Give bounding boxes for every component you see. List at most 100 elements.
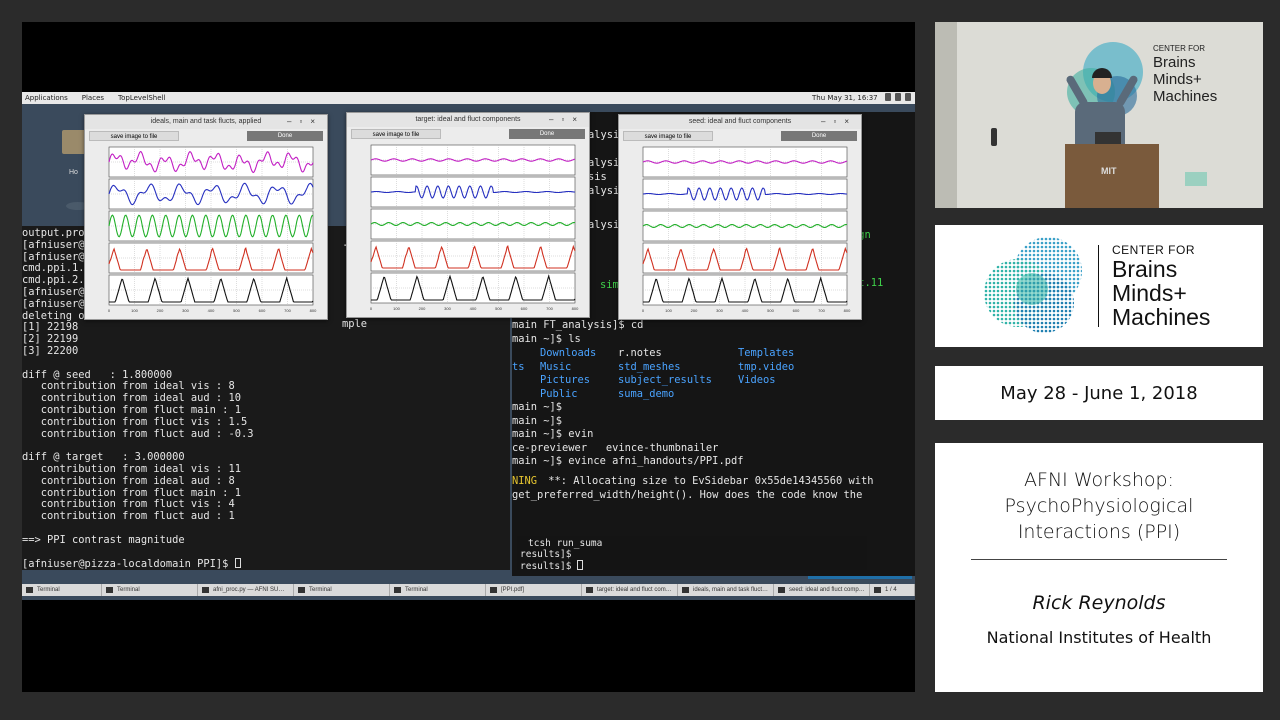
ls-entry: suma_demo: [618, 387, 675, 400]
done-button[interactable]: Done: [509, 129, 585, 139]
x-tick-label: 200: [419, 306, 426, 311]
tissue-box: [1185, 172, 1207, 186]
window-titlebar[interactable]: ideals, main and task flucts, applied –▫×: [85, 115, 327, 129]
window-titlebar[interactable]: target: ideal and fluct components –▫×: [347, 113, 589, 127]
applications-menu[interactable]: Applications: [25, 94, 68, 102]
taskbar-item[interactable]: seed: ideal and fluct comp…: [774, 584, 870, 596]
toplevelshell-menu[interactable]: TopLevelShell: [118, 94, 165, 102]
x-tick-label: 400: [742, 308, 749, 313]
window-controls[interactable]: –▫×: [549, 113, 585, 127]
talk-info-panel: AFNI Workshop: PsychoPhysiological Inter…: [935, 443, 1263, 692]
machines-text: Machines: [1112, 304, 1211, 330]
x-tick-label: 700: [284, 308, 291, 313]
x-tick-label: 200: [157, 308, 164, 313]
event-dates: May 28 - June 1, 2018: [935, 366, 1263, 420]
x-tick-label: 100: [393, 306, 400, 311]
done-button[interactable]: Done: [781, 131, 857, 141]
terminal-line: contribution from ideal aud : 8: [22, 474, 235, 487]
x-tick-label: 500: [233, 308, 240, 313]
wall-sign-line: Machines: [1153, 88, 1218, 105]
save-image-button[interactable]: save image to file: [351, 129, 441, 139]
terminal-line: main ~]$ ls: [512, 333, 581, 345]
speaker-name: Rick Reynolds: [1032, 592, 1166, 614]
places-menu[interactable]: Places: [82, 94, 104, 102]
clock[interactable]: Thu May 31, 16:37: [812, 94, 878, 102]
taskbar-item[interactable]: Terminal: [22, 584, 102, 596]
warning-text: get_preferred_width/height(). How does t…: [512, 489, 863, 501]
terminal-line: main ~]$: [512, 401, 563, 413]
window-titlebar[interactable]: seed: ideal and fluct components –▫×: [619, 115, 861, 129]
window-icon: [298, 587, 305, 593]
taskbar-item[interactable]: target: ideal and fluct com…: [582, 584, 678, 596]
x-tick-label: 300: [182, 308, 189, 313]
terminal-line: results]$: [520, 560, 867, 570]
talk-title-line: PsychoPhysiological: [1004, 495, 1194, 517]
terminal-suma[interactable]: tcsh run_suma results]$ results]$: [517, 536, 867, 570]
wall-sign: CENTER FOR Brains Minds+ Machines: [1153, 44, 1217, 105]
terminal-line: main FT_analysis]$ cd: [512, 319, 644, 331]
taskbar-label: 1 / 4: [885, 587, 897, 593]
warning-label: NING: [512, 475, 538, 487]
wall-sign-line: Minds+: [1153, 71, 1202, 88]
speaker-camera-feed: CENTER FOR Brains Minds+ Machines MIT: [935, 22, 1263, 208]
info-divider: [971, 559, 1227, 560]
window-icon: [106, 587, 113, 593]
terminal-line: ==> PPI contrast magnitude: [22, 533, 185, 546]
volume-icon: [895, 93, 901, 101]
water-bottle: [991, 128, 997, 146]
x-tick-label: 400: [470, 306, 477, 311]
done-button[interactable]: Done: [247, 131, 323, 141]
plot-window-target[interactable]: target: ideal and fluct components –▫× sa…: [346, 112, 590, 318]
system-tray[interactable]: [885, 93, 911, 101]
terminal-line: sis: [588, 171, 607, 183]
taskbar: Terminal Terminal afni_proc.py — AFNI SU… T…: [22, 584, 915, 596]
taskbar-label: seed: ideal and fluct comp…: [789, 587, 865, 593]
taskbar-item[interactable]: 1 / 4: [870, 584, 915, 596]
x-tick-label: 600: [521, 306, 528, 311]
brains-text: Brains: [1112, 256, 1178, 282]
plot-window-applied[interactable]: ideals, main and task flucts, applied –▫×…: [84, 114, 328, 320]
terminal-line: main ~]$: [512, 414, 563, 427]
taskbar-item[interactable]: Terminal: [390, 584, 486, 596]
terminal-line: results]$: [520, 549, 572, 560]
x-tick-label: 800: [844, 308, 851, 313]
window-title: seed: ideal and fluct components: [688, 118, 792, 125]
window-controls[interactable]: –▫×: [821, 115, 857, 129]
ls-entry: ts: [512, 360, 525, 373]
presentation-screen: Applications Places TopLevelShell Thu Ma…: [22, 22, 915, 692]
home-folder-label: Ho: [69, 169, 78, 176]
taskbar-item[interactable]: afni_proc.py — AFNI SU…: [198, 584, 294, 596]
taskbar-item[interactable]: [PPI.pdf]: [486, 584, 582, 596]
plot-window-seed[interactable]: seed: ideal and fluct components –▫× save…: [618, 114, 862, 320]
terminal-line: ce-previewer evince-thumbnailer: [512, 441, 719, 454]
terminal-line: tcsh run_suma: [528, 538, 603, 549]
taskbar-label: target: ideal and fluct com…: [597, 587, 672, 593]
ls-entry: r.notes: [618, 347, 662, 359]
save-image-button[interactable]: save image to file: [89, 131, 179, 141]
taskbar-item[interactable]: Terminal: [102, 584, 198, 596]
x-tick-label: 100: [131, 308, 138, 313]
window-icon: [778, 587, 785, 593]
cbmm-logo-text: CENTER FOR Brains Minds+ Machines: [1112, 243, 1210, 329]
wall-sign-line: Brains: [1153, 54, 1196, 71]
terminal-line: main ~]$ evin: [512, 428, 594, 441]
taskbar-label: [PPI.pdf]: [501, 587, 525, 593]
x-tick-label: 700: [546, 306, 553, 311]
save-image-button[interactable]: save image to file: [623, 131, 713, 141]
taskbar-item[interactable]: Terminal: [294, 584, 390, 596]
podium: MIT: [1065, 144, 1159, 208]
x-tick-label: 800: [572, 306, 579, 311]
wall-sign-small: CENTER FOR: [1153, 44, 1205, 53]
talk-title-line: AFNI Workshop:: [1024, 469, 1174, 491]
taskbar-label: Terminal: [309, 587, 332, 593]
podium-logo: MIT: [1101, 166, 1117, 176]
window-icon: [586, 587, 593, 593]
window-controls[interactable]: –▫×: [287, 115, 323, 129]
terminal-line: [afniuser@pizza-localdomain PPI]$: [22, 558, 510, 570]
linux-desktop: Applications Places TopLevelShell Thu Ma…: [22, 92, 915, 600]
timeseries-plot: 0 100 200 300 400 500 600 700 800: [642, 146, 851, 313]
taskbar-item[interactable]: ideals, main and task fluct…: [678, 584, 774, 596]
ls-entry: Music: [540, 360, 572, 373]
